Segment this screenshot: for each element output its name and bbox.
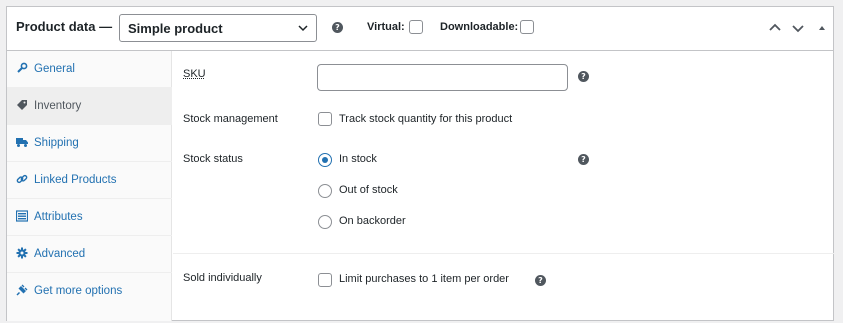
- tab-general[interactable]: General: [7, 51, 172, 88]
- downloadable-checkbox[interactable]: [520, 20, 534, 34]
- tag-icon: [17, 100, 27, 110]
- product-data-panel: Product data — Simple product ? Virtual:…: [6, 6, 834, 321]
- sku-input[interactable]: [317, 64, 568, 91]
- collapse-toggle-icon[interactable]: [815, 21, 829, 35]
- truck-icon: [16, 138, 28, 147]
- move-down-icon[interactable]: [791, 21, 805, 35]
- virtual-label: Virtual:: [367, 21, 405, 33]
- virtual-checkbox[interactable]: [409, 20, 423, 34]
- move-up-icon[interactable]: [768, 21, 782, 35]
- chevron-down-icon: [298, 25, 308, 32]
- tab-advanced-label: Advanced: [34, 248, 86, 260]
- gear-icon: [16, 247, 28, 259]
- on-backorder-radio[interactable]: [318, 215, 332, 229]
- product-data-tabs: General Inventory Shipping Linked Produc…: [7, 51, 172, 321]
- list-icon: [16, 210, 28, 222]
- tab-get-more-options[interactable]: Get more options: [7, 273, 172, 310]
- tab-attributes-label: Attributes: [34, 211, 83, 223]
- help-icon[interactable]: ?: [332, 22, 343, 33]
- wrench-icon: [17, 62, 28, 73]
- in-stock-label: In stock: [339, 153, 377, 165]
- panel-title: Product data —: [16, 19, 113, 34]
- in-stock-radio[interactable]: [318, 153, 332, 167]
- tab-inventory-label: Inventory: [34, 100, 82, 112]
- downloadable-label: Downloadable:: [440, 21, 519, 33]
- stock-status-label: Stock status: [183, 153, 243, 165]
- track-stock-checkbox[interactable]: [318, 112, 332, 126]
- plugin-icon: [16, 284, 28, 296]
- tab-shipping[interactable]: Shipping: [7, 125, 172, 162]
- tab-linked-products[interactable]: Linked Products: [7, 162, 172, 199]
- product-type-value: Simple product: [128, 21, 223, 36]
- track-stock-label: Track stock quantity for this product: [339, 113, 513, 125]
- sku-help-icon[interactable]: ?: [578, 71, 589, 82]
- link-icon: [16, 174, 28, 184]
- tab-inventory[interactable]: Inventory: [7, 88, 172, 125]
- stock-status-help-icon[interactable]: ?: [578, 154, 589, 165]
- sku-label: SKU: [183, 68, 206, 80]
- product-type-select[interactable]: Simple product: [119, 14, 317, 42]
- sold-individually-help-icon[interactable]: ?: [535, 275, 546, 286]
- tab-linked-products-label: Linked Products: [34, 174, 117, 186]
- out-of-stock-radio[interactable]: [318, 184, 332, 198]
- stock-management-label: Stock management: [183, 113, 278, 125]
- tab-attributes[interactable]: Attributes: [7, 199, 172, 236]
- sold-individually-label: Sold individually: [183, 272, 262, 284]
- tab-advanced[interactable]: Advanced: [7, 236, 172, 273]
- tab-get-more-options-label: Get more options: [34, 285, 123, 297]
- tab-general-label: General: [34, 63, 75, 75]
- out-of-stock-label: Out of stock: [339, 184, 398, 196]
- product-data-header: Product data — Simple product ? Virtual:…: [7, 7, 833, 51]
- sold-individually-option-label: Limit purchases to 1 item per order: [339, 273, 509, 285]
- on-backorder-label: On backorder: [339, 215, 406, 227]
- tab-shipping-label: Shipping: [34, 137, 79, 149]
- section-divider: [173, 253, 834, 254]
- sold-individually-checkbox[interactable]: [318, 273, 332, 287]
